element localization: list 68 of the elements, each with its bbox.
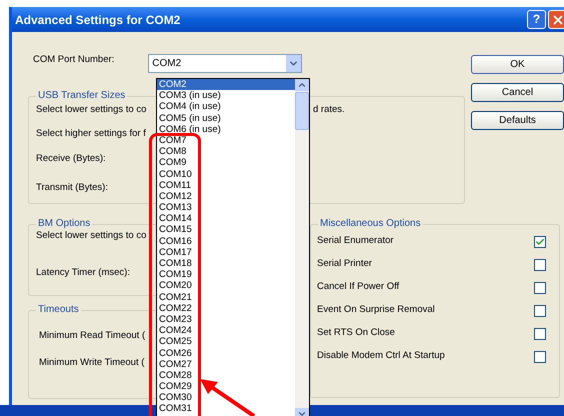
checkbox[interactable] (534, 259, 546, 271)
dropdown-option[interactable]: COM8 (157, 146, 295, 158)
dropdown-option[interactable]: COM24 (157, 325, 295, 336)
dropdown-option[interactable]: COM2 (157, 79, 295, 90)
dropdown-option[interactable]: COM10 (157, 168, 295, 180)
checkbox[interactable] (534, 305, 546, 317)
checkbox[interactable] (534, 282, 546, 294)
dropdown-option[interactable]: COM31 (157, 403, 295, 415)
com-port-dropdown[interactable]: COM2 (148, 54, 302, 73)
dropdown-option[interactable]: COM5 (in use) (157, 112, 295, 124)
dropdown-option[interactable]: COM20 (157, 280, 295, 292)
dropdown-value: COM2 (152, 57, 182, 71)
dialog-button[interactable]: Cancel (471, 83, 564, 102)
field-label: Select higher settings for f (36, 128, 146, 140)
dropdown-option[interactable]: COM19 (157, 269, 295, 280)
group-title: BM Options (37, 218, 92, 230)
window-title: Advanced Settings for COM2 (15, 12, 180, 26)
field-label: Disable Modem Ctrl At Startup (317, 350, 445, 362)
field-label: d rates. (313, 104, 345, 116)
checkbox[interactable] (534, 236, 546, 248)
field-label: Latency Timer (msec): (36, 267, 130, 279)
dropdown-option[interactable]: COM11 (157, 180, 295, 191)
close-icon (550, 12, 564, 26)
field-label: Minimum Write Timeout ( (39, 357, 144, 369)
dropdown-option[interactable]: COM9 (157, 157, 295, 168)
dialog-button[interactable]: OK (471, 55, 564, 74)
dropdown-option[interactable]: COM13 (157, 202, 295, 214)
close-button[interactable] (548, 10, 564, 29)
dropdown-option[interactable]: COM6 (in use) (157, 124, 295, 135)
dropdown-option[interactable]: COM15 (157, 224, 295, 236)
field-label: Serial Printer (317, 258, 372, 270)
field-label: Select lower settings to co (36, 104, 146, 116)
dropdown-option[interactable]: COM17 (157, 246, 295, 258)
field-label: COM Port Number: (33, 54, 114, 66)
field-label: Transmit (Bytes): (36, 182, 108, 194)
field-label: Minimum Read Timeout ( (39, 330, 146, 342)
check-icon (535, 237, 545, 247)
field-label: Receive (Bytes): (36, 153, 106, 165)
help-button[interactable]: ? (527, 10, 546, 29)
dropdown-option[interactable]: COM30 (157, 392, 295, 404)
checkbox[interactable] (534, 328, 546, 340)
dropdown-option[interactable]: COM22 (157, 302, 295, 314)
field-label: Serial Enumerator (317, 235, 394, 247)
dropdown-option[interactable]: COM14 (157, 213, 295, 224)
annotation-arrow (198, 376, 258, 416)
field-label: Select lower settings to co (36, 230, 146, 242)
group-title: USB Transfer Sizes (37, 90, 126, 102)
group-title: Timeouts (37, 304, 80, 316)
field-label: Cancel If Power Off (317, 281, 400, 293)
dropdown-option[interactable]: COM18 (157, 258, 295, 270)
scrollbar[interactable] (295, 79, 309, 416)
scroll-up-icon[interactable] (295, 79, 309, 91)
dropdown-option[interactable]: COM29 (157, 381, 295, 392)
dropdown-option[interactable]: COM4 (in use) (157, 101, 295, 113)
dropdown-option[interactable]: COM21 (157, 292, 295, 303)
scroll-thumb[interactable] (295, 92, 309, 130)
group-title: Miscellaneous Options (319, 218, 422, 230)
dropdown-option[interactable]: COM23 (157, 314, 295, 326)
dropdown-option[interactable]: COM16 (157, 236, 295, 247)
dropdown-option[interactable]: COM3 (in use) (157, 90, 295, 102)
dropdown-option[interactable]: COM12 (157, 190, 295, 202)
checkbox[interactable] (534, 351, 546, 363)
dialog-button[interactable]: Defaults (471, 111, 564, 130)
dropdown-option[interactable]: COM27 (157, 358, 295, 370)
dropdown-option[interactable]: COM25 (157, 336, 295, 348)
field-label: Set RTS On Close (317, 327, 395, 339)
field-label: Event On Surprise Removal (317, 304, 435, 316)
dropdown-option[interactable]: COM26 (157, 348, 295, 359)
